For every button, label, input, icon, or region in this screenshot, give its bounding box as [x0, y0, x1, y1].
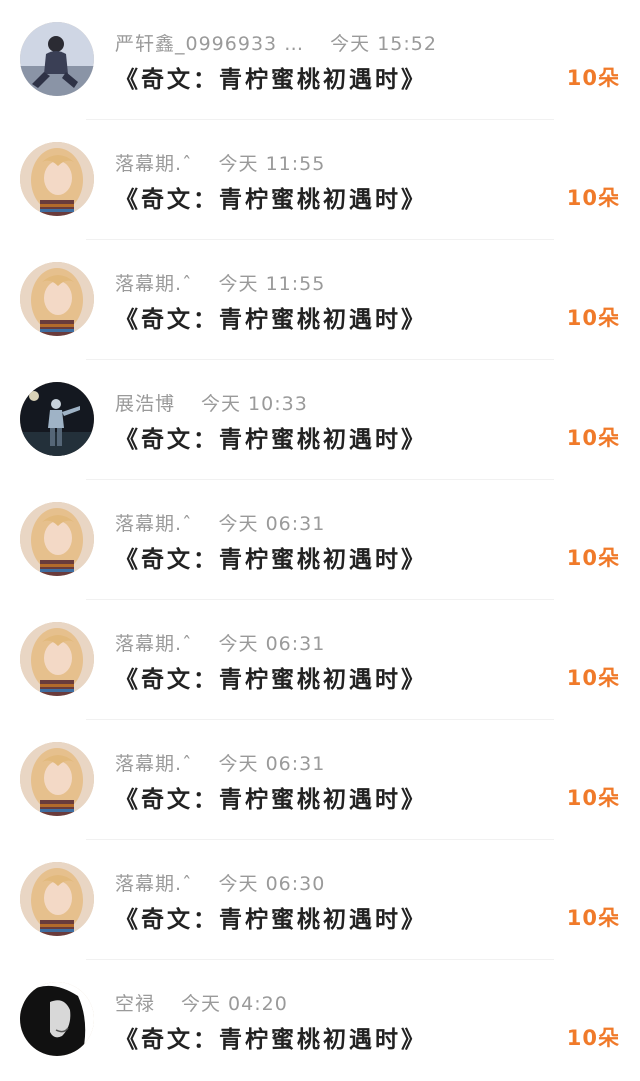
avatar[interactable] — [20, 862, 94, 936]
item-meta: 落幕期.ˆ 今天 06:31 — [115, 629, 326, 656]
list-item[interactable]: 落幕期.ˆ 今天 06:31 《奇文：青柠蜜桃初遇时》 10朵 — [0, 720, 640, 840]
blonde-girl-icon — [20, 142, 94, 216]
username[interactable]: 严轩鑫_0996933 … — [115, 29, 304, 56]
blonde-girl-icon — [20, 502, 94, 576]
list-item[interactable]: 落幕期.ˆ 今天 11:55 《奇文：青柠蜜桃初遇时》 10朵 — [0, 240, 640, 360]
item-meta: 落幕期.ˆ 今天 11:55 — [115, 269, 326, 296]
username[interactable]: 落幕期.ˆ — [115, 269, 193, 296]
item-meta: 严轩鑫_0996933 … 今天 15:52 — [115, 29, 437, 56]
item-meta: 展浩博 今天 10:33 — [115, 389, 308, 416]
timestamp: 今天 06:30 — [218, 872, 326, 895]
list-item[interactable]: 落幕期.ˆ 今天 06:30 《奇文：青柠蜜桃初遇时》 10朵 — [0, 840, 640, 960]
username[interactable]: 落幕期.ˆ — [115, 749, 193, 776]
avatar[interactable] — [20, 262, 94, 336]
timestamp: 今天 11:55 — [218, 272, 326, 295]
username[interactable]: 落幕期.ˆ — [115, 869, 193, 896]
avatar[interactable] — [20, 382, 94, 456]
blonde-girl-icon — [20, 742, 94, 816]
list-item[interactable]: 落幕期.ˆ 今天 06:31 《奇文：青柠蜜桃初遇时》 10朵 — [0, 600, 640, 720]
gift-amount: 10朵 — [566, 786, 620, 810]
blonde-girl-icon — [20, 862, 94, 936]
book-title[interactable]: 《奇文：青柠蜜桃初遇时》 — [115, 60, 427, 94]
item-meta: 落幕期.ˆ 今天 11:55 — [115, 149, 326, 176]
timestamp: 今天 06:31 — [218, 752, 326, 775]
book-title[interactable]: 《奇文：青柠蜜桃初遇时》 — [115, 660, 427, 694]
timestamp: 今天 10:33 — [201, 392, 308, 415]
gift-amount: 10朵 — [566, 426, 620, 450]
item-meta: 落幕期.ˆ 今天 06:30 — [115, 869, 326, 896]
book-title[interactable]: 《奇文：青柠蜜桃初遇时》 — [115, 900, 427, 934]
avatar[interactable] — [20, 742, 94, 816]
list-item[interactable]: 空禄 今天 04:20 《奇文：青柠蜜桃初遇时》 10朵 — [0, 960, 640, 1080]
book-title[interactable]: 《奇文：青柠蜜桃初遇时》 — [115, 180, 427, 214]
timestamp: 今天 15:52 — [330, 32, 437, 55]
username[interactable]: 空禄 — [115, 989, 155, 1016]
book-title[interactable]: 《奇文：青柠蜜桃初遇时》 — [115, 300, 427, 334]
gift-amount: 10朵 — [566, 186, 620, 210]
gift-amount: 10朵 — [566, 666, 620, 690]
timestamp: 今天 04:20 — [181, 992, 288, 1015]
item-meta: 落幕期.ˆ 今天 06:31 — [115, 749, 326, 776]
avatar[interactable] — [20, 22, 94, 96]
avatar[interactable] — [20, 622, 94, 696]
book-title[interactable]: 《奇文：青柠蜜桃初遇时》 — [115, 420, 427, 454]
book-title[interactable]: 《奇文：青柠蜜桃初遇时》 — [115, 540, 427, 574]
username[interactable]: 落幕期.ˆ — [115, 509, 193, 536]
item-meta: 空禄 今天 04:20 — [115, 989, 288, 1016]
username[interactable]: 落幕期.ˆ — [115, 629, 193, 656]
timestamp: 今天 06:31 — [218, 512, 326, 535]
item-meta: 落幕期.ˆ 今天 06:31 — [115, 509, 326, 536]
username[interactable]: 展浩博 — [115, 389, 175, 416]
blonde-girl-icon — [20, 622, 94, 696]
avatar[interactable] — [20, 982, 94, 1056]
bw-portrait-icon — [20, 982, 94, 1056]
timestamp: 今天 11:55 — [218, 152, 326, 175]
list-item[interactable]: 严轩鑫_0996933 … 今天 15:52 《奇文：青柠蜜桃初遇时》 10朵 — [0, 0, 640, 120]
gift-amount: 10朵 — [566, 546, 620, 570]
avatar[interactable] — [20, 142, 94, 216]
gift-amount: 10朵 — [566, 1026, 620, 1050]
book-title[interactable]: 《奇文：青柠蜜桃初遇时》 — [115, 780, 427, 814]
person-sitting-icon — [20, 22, 94, 96]
night-figure-icon — [20, 382, 94, 456]
timestamp: 今天 06:31 — [218, 632, 326, 655]
gift-amount: 10朵 — [566, 66, 620, 90]
blonde-girl-icon — [20, 262, 94, 336]
gift-amount: 10朵 — [566, 306, 620, 330]
gift-amount: 10朵 — [566, 906, 620, 930]
list-item[interactable]: 落幕期.ˆ 今天 06:31 《奇文：青柠蜜桃初遇时》 10朵 — [0, 480, 640, 600]
list-item[interactable]: 落幕期.ˆ 今天 11:55 《奇文：青柠蜜桃初遇时》 10朵 — [0, 120, 640, 240]
username[interactable]: 落幕期.ˆ — [115, 149, 193, 176]
book-title[interactable]: 《奇文：青柠蜜桃初遇时》 — [115, 1020, 427, 1054]
avatar[interactable] — [20, 502, 94, 576]
list-item[interactable]: 展浩博 今天 10:33 《奇文：青柠蜜桃初遇时》 10朵 — [0, 360, 640, 480]
